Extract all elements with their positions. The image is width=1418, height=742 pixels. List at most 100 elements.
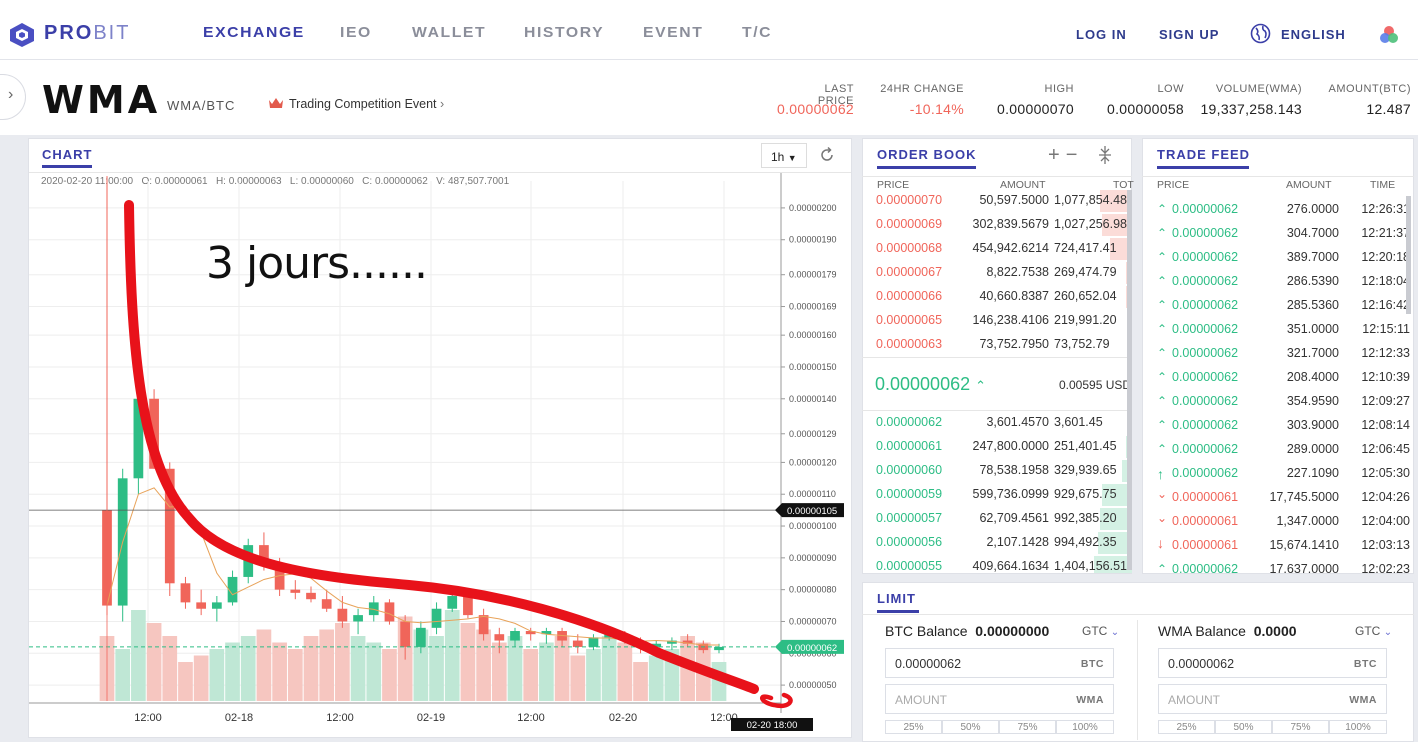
- trade-amount: 389.7000: [1286, 250, 1339, 264]
- candle-body: [478, 615, 489, 635]
- trade-row: ⌃ 0.00000062 351.0000 12:15:11: [1142, 318, 1414, 342]
- buy-pct-100[interactable]: 100%: [1056, 720, 1114, 734]
- row-price: 0.00000061: [876, 439, 943, 453]
- signup-link[interactable]: SIGN UP: [1159, 27, 1219, 42]
- volume-bar: [539, 642, 554, 701]
- tradefeed-scrollbar[interactable]: [1406, 196, 1411, 314]
- buy-price-input[interactable]: 0.00000062 BTC: [885, 648, 1114, 678]
- orderbook-body: 0.00000062 ⌃ 0.00595 USD 0.00000070 50,59…: [862, 189, 1132, 573]
- event-link[interactable]: Trading Competition Event ›: [289, 97, 444, 111]
- stat-label-1: 24HR CHANGE: [880, 83, 964, 95]
- sell-pct-50[interactable]: 50%: [1215, 720, 1272, 734]
- ask-row[interactable]: 0.00000067 8,822.7538 269,474.79: [862, 261, 1132, 285]
- bid-row[interactable]: 0.00000062 3,601.4570 3,601.45: [862, 411, 1132, 435]
- sell-price-unit: BTC: [1353, 658, 1377, 670]
- ask-row[interactable]: 0.00000066 40,660.8387 260,652.04: [862, 285, 1132, 309]
- row-price: 0.00000070: [876, 193, 943, 207]
- btc-gtc-value: GTC: [1082, 624, 1108, 638]
- ask-row[interactable]: 0.00000069 302,839.5679 1,027,256.98: [862, 213, 1132, 237]
- ask-row[interactable]: 0.00000065 146,238.4106 219,991.20: [862, 309, 1132, 333]
- nav-event[interactable]: EVENT: [643, 24, 703, 41]
- nav-tc[interactable]: T/C: [742, 24, 772, 41]
- y-tick-label: 0.00000169: [789, 302, 837, 312]
- row-amount: 73,752.7950: [979, 337, 1049, 351]
- brand-name[interactable]: PROBIT: [44, 22, 130, 45]
- sell-pct-100[interactable]: 100%: [1329, 720, 1387, 734]
- language-selector[interactable]: ENGLISH: [1281, 27, 1346, 42]
- refresh-icon[interactable]: [818, 146, 836, 164]
- arrow-up-icon: ⌃: [1157, 370, 1168, 384]
- sell-amount-input[interactable]: AMOUNT WMA: [1158, 684, 1387, 714]
- nav-wallet[interactable]: WALLET: [412, 24, 486, 41]
- nav-exchange[interactable]: EXCHANGE: [203, 24, 305, 41]
- volume-bar: [131, 610, 146, 701]
- zoom-in-icon[interactable]: +: [1048, 144, 1066, 166]
- ask-row[interactable]: 0.00000070 50,597.5000 1,077,854.48: [862, 189, 1132, 213]
- bid-row[interactable]: 0.00000060 78,538.1958 329,939.65: [862, 459, 1132, 483]
- trade-price: 0.00000062: [1172, 202, 1239, 216]
- volume-bar: [319, 629, 335, 701]
- tradefeed-body: ⌃ 0.00000062 276.0000 12:26:31 ⌃ 0.00000062 30…: [1142, 198, 1414, 573]
- ask-row[interactable]: 0.00000063 73,752.7950 73,752.79: [862, 333, 1132, 357]
- merge-depth-icon[interactable]: [1097, 146, 1113, 164]
- event-link-label: Trading Competition Event: [289, 97, 437, 111]
- volume-bar: [335, 623, 350, 701]
- volume-bar: [601, 636, 617, 701]
- sell-price-input[interactable]: 0.00000062 BTC: [1158, 648, 1387, 678]
- volume-bar: [570, 655, 586, 701]
- bid-row[interactable]: 0.00000056 2,107.1428 994,492.35: [862, 531, 1132, 555]
- globe-icon[interactable]: [1250, 23, 1271, 44]
- login-link[interactable]: LOG IN: [1076, 27, 1127, 42]
- btc-balance-value: 0.00000000: [975, 623, 1050, 639]
- trade-row: ⌃ 0.00000062 304.7000 12:21:37: [1142, 222, 1414, 246]
- interval-value: 1h: [771, 150, 785, 164]
- arrow-up-icon: ⌃: [1157, 298, 1168, 312]
- price-chart[interactable]: 0.00000200 0.00000190 0.00000179 0.00000169…: [29, 173, 851, 731]
- ask-row[interactable]: 0.00000068 454,942.6214 724,417.41: [862, 237, 1132, 261]
- tab-limit[interactable]: LIMIT: [877, 591, 916, 606]
- bid-row[interactable]: 0.00000059 599,736.0999 929,675.75: [862, 483, 1132, 507]
- bid-row[interactable]: 0.00000057 62,709.4561 992,385.20: [862, 507, 1132, 531]
- tab-limit-underline: [877, 610, 919, 613]
- probit-logo-icon[interactable]: [8, 22, 36, 48]
- row-total: 269,474.79: [1054, 265, 1117, 279]
- color-theme-icon[interactable]: [1378, 24, 1400, 46]
- trade-amount: 351.0000: [1286, 322, 1339, 336]
- nav-history[interactable]: HISTORY: [524, 24, 604, 41]
- btc-gtc-select[interactable]: GTC ⌄: [1082, 624, 1119, 638]
- arrow-up-icon: ⌃: [1157, 562, 1168, 573]
- trade-time: 12:02:23: [1361, 562, 1410, 573]
- buy-pct-25[interactable]: 25%: [885, 720, 942, 734]
- wma-gtc-select[interactable]: GTC ⌄: [1355, 624, 1392, 638]
- volume-bar: [429, 636, 444, 701]
- x-tick-label: 02-20: [609, 712, 637, 724]
- stat-label-2: HIGH: [1044, 83, 1074, 95]
- arrow-up-icon: ⌃: [1157, 202, 1168, 216]
- zoom-out-icon[interactable]: −: [1066, 144, 1084, 166]
- row-total: 219,991.20: [1054, 313, 1117, 327]
- bid-row[interactable]: 0.00000061 247,800.0000 251,401.45: [862, 435, 1132, 459]
- buy-amount-unit: WMA: [1076, 694, 1104, 706]
- y-tick-label: 0.00000080: [789, 585, 837, 595]
- buy-pct-75[interactable]: 75%: [999, 720, 1056, 734]
- buy-pct-50[interactable]: 50%: [942, 720, 999, 734]
- row-price: 0.00000062: [876, 415, 943, 429]
- trade-amount: 276.0000: [1286, 202, 1339, 216]
- row-price: 0.00000069: [876, 217, 943, 231]
- buy-amount-input[interactable]: AMOUNT WMA: [885, 684, 1114, 714]
- sell-pct-75[interactable]: 75%: [1272, 720, 1329, 734]
- stat-value-5: 12.487: [1366, 101, 1411, 117]
- orderbook-scrollbar[interactable]: [1127, 190, 1132, 570]
- nav-ieo[interactable]: IEO: [340, 24, 372, 41]
- arrow-down-icon: ⌄: [1157, 487, 1168, 501]
- stat-label-4: VOLUME(WMA): [1215, 83, 1302, 95]
- tab-tradefeed[interactable]: TRADE FEED: [1157, 147, 1250, 162]
- interval-select[interactable]: 1h ▼: [761, 143, 807, 168]
- row-total: 992,385.20: [1054, 511, 1117, 525]
- sell-pct-25[interactable]: 25%: [1158, 720, 1215, 734]
- tab-orderbook[interactable]: ORDER BOOK: [877, 147, 977, 162]
- row-price: 0.00000066: [876, 289, 943, 303]
- tab-chart[interactable]: CHART: [42, 147, 93, 162]
- volume-bar: [240, 636, 256, 701]
- bid-row[interactable]: 0.00000055 409,664.1634 1,404,156.51: [862, 555, 1132, 573]
